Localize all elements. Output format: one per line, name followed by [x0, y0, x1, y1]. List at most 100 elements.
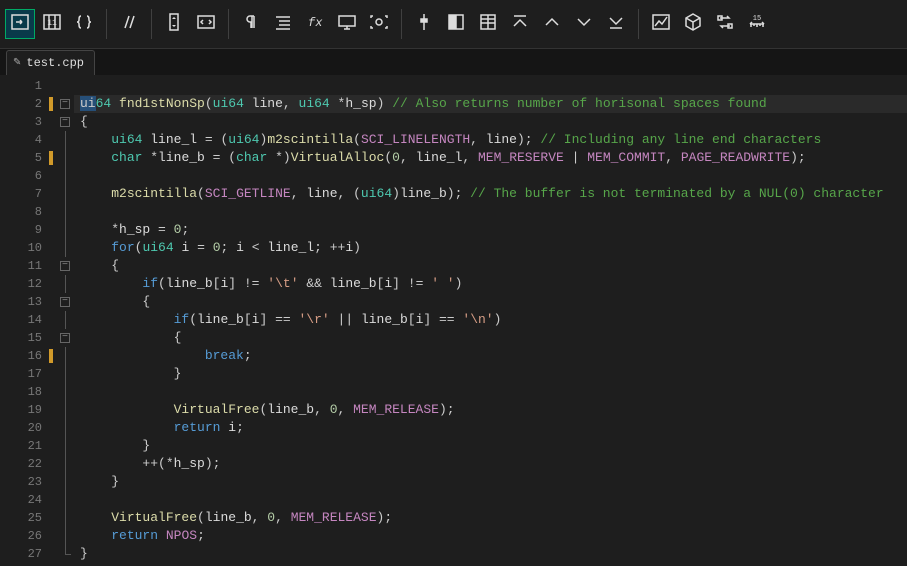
fold-line	[56, 185, 74, 203]
code-line[interactable]: {	[80, 113, 907, 131]
caret-down-bar-button[interactable]	[602, 10, 630, 38]
marker-empty	[48, 113, 56, 131]
fold-boxminus[interactable]	[56, 113, 74, 131]
toolbar-separator	[106, 9, 107, 39]
braces-link-icon	[74, 12, 94, 36]
caret-up-button[interactable]	[538, 10, 566, 38]
tab-test-cpp[interactable]: ✎ test.cpp	[6, 50, 95, 75]
fold-line	[56, 275, 74, 293]
line-number: 22	[0, 455, 42, 473]
svg-text:15: 15	[753, 15, 761, 23]
line-number: 23	[0, 473, 42, 491]
line-number: 2	[0, 95, 42, 113]
marker-empty	[48, 509, 56, 527]
fold-line	[56, 149, 74, 167]
code-line[interactable]: m2scintilla(SCI_GETLINE, line, (ui64)lin…	[80, 185, 907, 203]
code-line[interactable]	[80, 167, 907, 185]
code-line[interactable]	[80, 203, 907, 221]
grid-right-button[interactable]	[474, 10, 502, 38]
marker-empty	[48, 275, 56, 293]
code-line[interactable]: }	[80, 437, 907, 455]
indent-lines-button[interactable]	[269, 10, 297, 38]
fold-line	[56, 401, 74, 419]
code-line[interactable]: VirtualFree(line_b, 0, MEM_RELEASE);	[80, 401, 907, 419]
code-line[interactable]: ++(*h_sp);	[80, 455, 907, 473]
double-slash-icon	[119, 12, 139, 36]
code-line[interactable]	[80, 383, 907, 401]
change-marker	[48, 149, 56, 167]
code-line[interactable]: char *line_b = (char *)VirtualAlloc(0, l…	[80, 149, 907, 167]
code-editor[interactable]: 1234567891011121314151617181920212223242…	[0, 75, 907, 566]
target-button[interactable]	[365, 10, 393, 38]
code-line[interactable]	[80, 77, 907, 95]
code-line[interactable]: ui64 fnd1stNonSp(ui64 line, ui64 *h_sp) …	[80, 95, 907, 113]
code-line[interactable]: ui64 line_l = (ui64)m2scintilla(SCI_LINE…	[80, 131, 907, 149]
code-line[interactable]: }	[80, 545, 907, 563]
svg-text:fx: fx	[308, 16, 323, 30]
line-number: 19	[0, 401, 42, 419]
fold-boxminus[interactable]	[56, 257, 74, 275]
code-line[interactable]: if(line_b[i] == '\r' || line_b[i] == '\n…	[80, 311, 907, 329]
fold-boxminus[interactable]	[56, 95, 74, 113]
line-number: 17	[0, 365, 42, 383]
ruler-15-button[interactable]: 15	[743, 10, 771, 38]
line-number: 10	[0, 239, 42, 257]
braces-link-button[interactable]	[70, 10, 98, 38]
code-line[interactable]: return NPOS;	[80, 527, 907, 545]
fold-line	[56, 509, 74, 527]
marker-empty	[48, 419, 56, 437]
double-slash-button[interactable]	[115, 10, 143, 38]
fold-line	[56, 437, 74, 455]
fold-gutter[interactable]	[56, 75, 74, 566]
line-number: 12	[0, 275, 42, 293]
chart-button[interactable]	[647, 10, 675, 38]
dice-button[interactable]	[679, 10, 707, 38]
code-line[interactable]: for(ui64 i = 0; i < line_l; ++i)	[80, 239, 907, 257]
toolbar: 11 fx 15	[0, 0, 907, 49]
code-brackets-button[interactable]	[192, 10, 220, 38]
fold-corner	[56, 545, 74, 563]
caret-up-bar-icon	[510, 12, 530, 36]
arrow-right-bar-button[interactable]	[6, 10, 34, 38]
code-area[interactable]: ui64 fnd1stNonSp(ui64 line, ui64 *h_sp) …	[74, 75, 907, 566]
fx-button[interactable]: fx	[301, 10, 329, 38]
fx-icon: fx	[305, 12, 325, 36]
fold-line	[56, 221, 74, 239]
line-number: 13	[0, 293, 42, 311]
code-line[interactable]	[80, 491, 907, 509]
code-line[interactable]: return i;	[80, 419, 907, 437]
code-line[interactable]: *h_sp = 0;	[80, 221, 907, 239]
code-line[interactable]: {	[80, 257, 907, 275]
code-line[interactable]: {	[80, 329, 907, 347]
caret-down-button[interactable]	[570, 10, 598, 38]
screen-button[interactable]	[333, 10, 361, 38]
grid-half-button[interactable]	[442, 10, 470, 38]
line-number-gutter: 1234567891011121314151617181920212223242…	[0, 75, 48, 566]
code-line[interactable]: {	[80, 293, 907, 311]
scroll-vert-button[interactable]	[160, 10, 188, 38]
fold-boxminus[interactable]	[56, 329, 74, 347]
scroll-vert-icon	[164, 12, 184, 36]
code-line[interactable]: if(line_b[i] != '\t' && line_b[i] != ' '…	[80, 275, 907, 293]
line-number: 14	[0, 311, 42, 329]
fold-line	[56, 473, 74, 491]
slider-vert-icon	[414, 12, 434, 36]
pilcrow-icon	[241, 12, 261, 36]
columns-button[interactable]: 11	[38, 10, 66, 38]
marker-empty	[48, 491, 56, 509]
caret-up-bar-button[interactable]	[506, 10, 534, 38]
fold-boxminus[interactable]	[56, 293, 74, 311]
marker-empty	[48, 401, 56, 419]
swap-button[interactable]	[711, 10, 739, 38]
marker-empty	[48, 257, 56, 275]
code-line[interactable]: }	[80, 473, 907, 491]
pilcrow-button[interactable]	[237, 10, 265, 38]
code-line[interactable]: VirtualFree(line_b, 0, MEM_RELEASE);	[80, 509, 907, 527]
ruler-15-icon: 15	[747, 12, 767, 36]
slider-vert-button[interactable]	[410, 10, 438, 38]
line-number: 1	[0, 77, 42, 95]
marker-empty	[48, 311, 56, 329]
code-line[interactable]: }	[80, 365, 907, 383]
caret-down-bar-icon	[606, 12, 626, 36]
code-line[interactable]: break;	[80, 347, 907, 365]
